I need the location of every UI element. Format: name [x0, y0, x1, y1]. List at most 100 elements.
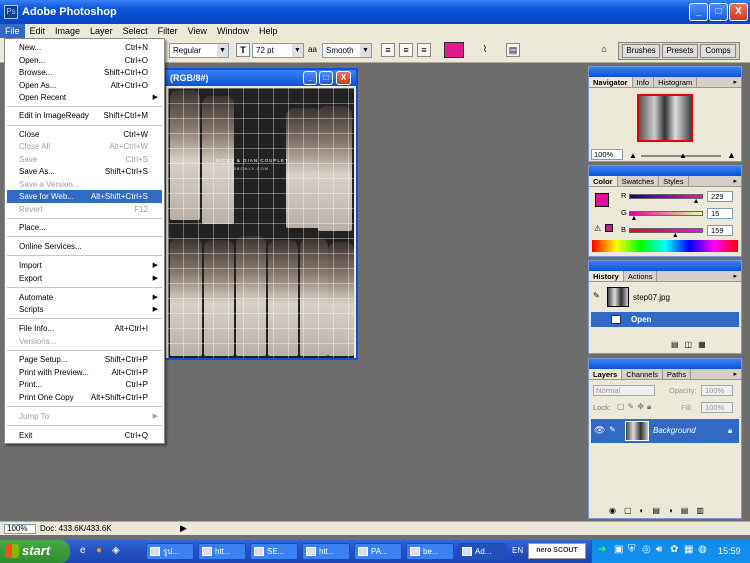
panel-menu-icon[interactable]: ▸ [733, 177, 737, 185]
align-center-icon[interactable]: ≡ [399, 43, 413, 57]
quicklaunch-ie-icon[interactable]: e [80, 545, 86, 556]
tray-arrow-icon[interactable]: ➜ [598, 544, 606, 555]
tray-messenger-icon[interactable]: ✿ [670, 544, 678, 555]
tab-histogram[interactable]: Histogram [654, 77, 698, 87]
menu-new[interactable]: New... Ctrl+N [7, 41, 162, 54]
tab-info[interactable]: Info [633, 77, 655, 87]
menu-open-recent[interactable]: Open Recent ▶ [7, 91, 162, 104]
menu-select[interactable]: Select [118, 24, 153, 38]
warp-text-icon[interactable]: ⌇ [478, 43, 492, 57]
menu-exit[interactable]: Exit Ctrl+Q [7, 429, 162, 442]
panel-title-bar[interactable] [589, 166, 741, 176]
task-item[interactable]: รูป... [146, 543, 194, 560]
well-comps-tab[interactable]: Comps [700, 44, 736, 58]
panel-title-bar[interactable] [589, 359, 741, 369]
tab-styles[interactable]: Styles [659, 176, 689, 186]
layers-footer-icons[interactable]: ◉▢◐▤◑▤▥ [609, 506, 712, 515]
document-canvas-image[interactable]: NICKY & GIAN COUPLET ZABBONLY.COM [168, 88, 354, 358]
antialias-select[interactable]: Smooth ▼ [322, 43, 372, 58]
doc-close-button[interactable]: X [336, 71, 351, 85]
tab-actions[interactable]: Actions [624, 271, 658, 281]
task-item[interactable]: htt... [302, 543, 350, 560]
font-size-select[interactable]: 72 pt ▼ [252, 43, 304, 58]
well-presets-tab[interactable]: Presets [662, 44, 698, 58]
tray-network-icon[interactable]: ◎ [642, 544, 651, 555]
snapshot-thumbnail[interactable] [607, 287, 629, 307]
close-button[interactable]: X [729, 3, 748, 21]
gamut-color-swatch[interactable] [605, 224, 613, 232]
align-left-icon[interactable]: ≡ [381, 43, 395, 57]
navigator-zoom-field[interactable]: 100% [591, 149, 623, 160]
blend-mode-select[interactable]: Normal [593, 385, 655, 396]
doc-maximize-button[interactable]: □ [319, 71, 333, 85]
panel-menu-icon[interactable]: ▸ [733, 370, 737, 378]
palettes-toggle-icon[interactable]: ▤ [506, 43, 520, 57]
tray-monitor-icon[interactable]: ▣ [614, 544, 623, 555]
snapshot-name[interactable]: step07.jpg [633, 293, 670, 302]
maximize-button[interactable]: □ [709, 3, 728, 21]
layer-row-background[interactable]: 👁︎ ✎ Background 🔒︎ [591, 419, 739, 443]
language-indicator[interactable]: EN [512, 546, 523, 555]
tab-paths[interactable]: Paths [663, 369, 692, 379]
lock-icons[interactable]: ▢✎✥🔒︎ [617, 402, 654, 412]
menu-view[interactable]: View [183, 24, 212, 38]
menu-window[interactable]: Window [212, 24, 254, 38]
panel-menu-icon[interactable]: ▸ [733, 272, 737, 280]
quicklaunch-firefox-icon[interactable]: ● [96, 545, 102, 556]
menu-print-one-copy[interactable]: Print One Copy Alt+Shift+Ctrl+P [7, 391, 162, 404]
panel-menu-icon[interactable]: ▸ [733, 78, 737, 86]
menu-save-for-web[interactable]: Save for Web... Alt+Shift+Ctrl+S [7, 190, 162, 203]
menu-import[interactable]: Import ▶ [7, 259, 162, 272]
doc-minimize-button[interactable]: _ [303, 71, 317, 85]
task-item[interactable]: PA... [354, 543, 402, 560]
well-brushes-tab[interactable]: Brushes [622, 44, 660, 58]
zoom-out-icon[interactable]: ▲ [629, 151, 637, 160]
history-footer-icons[interactable]: ▤◫▦ [671, 340, 712, 349]
blue-value-field[interactable]: 159 [707, 225, 733, 236]
zoom-slider-thumb[interactable]: ▲ [679, 151, 687, 160]
quicklaunch-app-icon[interactable]: ◈ [112, 545, 120, 556]
task-item[interactable]: htt... [198, 543, 246, 560]
menu-file-info[interactable]: File Info... Alt+Ctrl+I [7, 322, 162, 335]
tab-layers[interactable]: Layers [589, 369, 623, 379]
menu-filter[interactable]: Filter [153, 24, 183, 38]
menu-image[interactable]: Image [50, 24, 85, 38]
history-brush-icon[interactable]: ✎ [593, 291, 600, 300]
clock[interactable]: 15:59 [718, 546, 741, 556]
status-zoom-field[interactable]: 100% [4, 524, 36, 534]
panel-title-bar[interactable] [589, 261, 741, 271]
green-slider-thumb[interactable]: ▲ [630, 215, 637, 222]
green-slider[interactable] [629, 211, 703, 216]
align-right-icon[interactable]: ≡ [417, 43, 431, 57]
navigator-thumbnail[interactable] [637, 94, 693, 142]
font-style-select[interactable]: Regular ▼ [169, 43, 229, 58]
text-color-swatch[interactable] [444, 42, 464, 58]
menu-edit-imageready[interactable]: Edit in ImageReady Shift+Ctrl+M [7, 109, 162, 122]
tray-app-icon[interactable]: ▦ [684, 544, 693, 555]
blue-slider[interactable] [629, 228, 703, 233]
menu-export[interactable]: Export ▶ [7, 272, 162, 285]
zoom-in-icon[interactable]: ▲ [727, 150, 736, 160]
document-window[interactable]: (RGB/8#) _ □ X NICKY & GIAN COUPLET ZABB… [164, 68, 358, 360]
opacity-field[interactable]: 100% [701, 385, 733, 396]
red-slider-thumb[interactable]: ▲ [693, 198, 700, 205]
tab-history[interactable]: History [589, 271, 624, 281]
file-browser-icon[interactable]: ⌂ [597, 43, 611, 57]
minimize-button[interactable]: _ [689, 3, 708, 21]
green-value-field[interactable]: 15 [707, 208, 733, 219]
tab-channels[interactable]: Channels [622, 369, 663, 379]
menu-browse[interactable]: Browse... Shift+Ctrl+O [7, 66, 162, 79]
status-menu-arrow-icon[interactable]: ▶ [180, 523, 187, 534]
menu-save-as[interactable]: Save As... Shift+Ctrl+S [7, 165, 162, 178]
color-spectrum-bar[interactable] [592, 240, 738, 252]
menu-print[interactable]: Print... Ctrl+P [7, 378, 162, 391]
blue-slider-thumb[interactable]: ▲ [672, 232, 679, 239]
nero-scout-toolbar[interactable]: nero SCOUT [528, 543, 586, 559]
menu-page-setup[interactable]: Page Setup... Shift+Ctrl+P [7, 353, 162, 366]
tray-update-icon[interactable]: ◍ [698, 544, 707, 555]
eye-icon[interactable]: 👁︎ [594, 425, 605, 436]
tab-color[interactable]: Color [589, 176, 618, 186]
task-item-photoshop[interactable]: Ad... [458, 543, 506, 560]
menu-place[interactable]: Place... [7, 221, 162, 234]
task-item[interactable]: be... [406, 543, 454, 560]
